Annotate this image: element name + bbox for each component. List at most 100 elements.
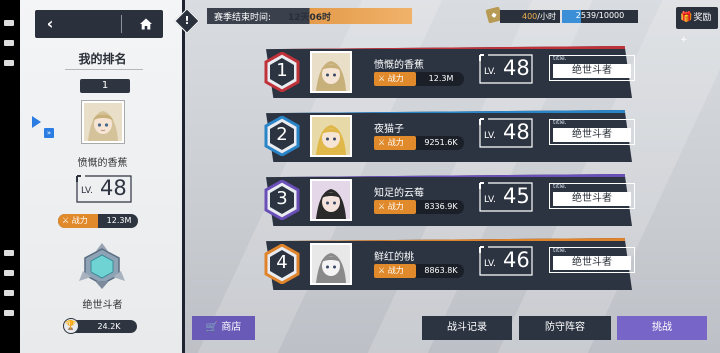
stamina-rate: 400/小时 xyxy=(522,11,556,22)
title-caption: title. xyxy=(553,55,567,62)
stamina-unit: /小时 xyxy=(537,12,556,21)
player-title: 绝世斗者 xyxy=(553,64,631,78)
player-title: 绝世斗者 xyxy=(553,192,631,206)
rank-number: 1 xyxy=(276,60,288,81)
shop-button[interactable]: 🛒 商店 xyxy=(192,316,255,340)
player-power-badge: ⚔ 战力 12.3M xyxy=(374,72,464,86)
player-name: 夜猫子 xyxy=(374,124,404,135)
player-level-box: LV. 48 xyxy=(478,117,534,149)
player-level-box: LV. 45 xyxy=(478,181,534,213)
player-title-box: title. 绝世斗者 xyxy=(549,183,635,209)
power-tag: ⚔ 战力 xyxy=(374,72,416,86)
rank-row[interactable]: 2 夜猫子 ⚔ 战力 9251.6K LV. 48 title. 绝世斗者 xyxy=(262,110,635,162)
rank-hexagon-icon: 2 xyxy=(264,115,300,157)
swords-icon: ⚔ xyxy=(378,202,386,211)
power-value: 8336.9K xyxy=(424,202,458,211)
power-value: 8863.8K xyxy=(424,266,458,275)
player-title-box: title. 绝世斗者 xyxy=(549,119,635,145)
power-label: 战力 xyxy=(387,74,404,83)
season-timer-value: 12天06时 xyxy=(288,13,332,23)
my-player-name: 愤慨的香蕉 xyxy=(77,158,128,169)
title-caption: title. xyxy=(553,119,567,126)
rank-hexagon-icon: 1 xyxy=(264,51,300,93)
player-avatar[interactable] xyxy=(310,115,352,157)
cart-icon: 🛒 xyxy=(205,322,219,333)
portrait-illustration xyxy=(312,117,350,155)
player-avatar[interactable] xyxy=(310,243,352,285)
level-prefix: LV. xyxy=(484,259,496,269)
power-label: 战力 xyxy=(387,266,404,275)
home-icon xyxy=(140,18,152,30)
power-value: 12.3M xyxy=(106,216,132,225)
swords-icon: ⚔ xyxy=(378,138,386,147)
chevron-left-icon: ‹ xyxy=(46,14,54,33)
portrait-illustration xyxy=(312,53,350,91)
my-title-name: 绝世斗者 xyxy=(82,300,123,311)
rank-accent-stripe xyxy=(280,238,632,241)
rank-number: 3 xyxy=(276,188,288,209)
back-button[interactable]: ‹ xyxy=(35,10,65,38)
reward-button[interactable]: 🎁奖励+ xyxy=(676,7,718,45)
battle-record-button[interactable]: 战斗记录 xyxy=(422,316,512,340)
season-timer-label: 赛季结束时间: xyxy=(214,13,272,23)
player-level-box: LV. 46 xyxy=(478,245,534,277)
level-prefix: LV. xyxy=(484,131,496,141)
player-avatar[interactable] xyxy=(310,179,352,221)
challenge-button[interactable]: 挑战 xyxy=(617,316,707,340)
device-status-strip xyxy=(0,0,20,353)
experience-text: 2539/10000 xyxy=(575,11,625,20)
player-title-box: title. 绝世斗者 xyxy=(549,247,635,273)
trophy-value: 24.2K xyxy=(97,322,121,331)
stamina-value: 400 xyxy=(522,12,538,21)
portrait-illustration xyxy=(312,245,350,283)
player-power-badge: ⚔ 战力 8336.9K xyxy=(374,200,464,214)
level-value: 46 xyxy=(503,248,530,272)
swords-icon: ⚔ xyxy=(378,266,386,275)
defense-lineup-button[interactable]: 防守阵容 xyxy=(519,316,611,340)
fast-forward-icon[interactable]: » xyxy=(44,128,54,138)
level-prefix: LV. xyxy=(81,186,93,196)
player-avatar[interactable] xyxy=(310,51,352,93)
portrait-illustration xyxy=(312,181,350,219)
power-tag: ⚔ 战力 xyxy=(374,264,416,278)
title-caption: title. xyxy=(553,183,567,190)
shop-label: 商店 xyxy=(221,322,242,333)
title-caption: title. xyxy=(553,247,567,254)
current-rank-pointer-icon xyxy=(32,116,41,128)
power-tag: ⚔ 战力 xyxy=(374,136,416,150)
rank-row[interactable]: 1 愤慨的香蕉 ⚔ 战力 12.3M LV. 48 title. 绝世斗者 xyxy=(262,46,635,98)
title-underline xyxy=(65,69,143,70)
title-emblem-icon xyxy=(77,241,127,291)
level-prefix: LV. xyxy=(484,67,496,77)
level-value: 48 xyxy=(100,176,127,200)
rank-accent-stripe xyxy=(280,174,632,177)
player-name: 鲜红的桃 xyxy=(374,252,414,263)
power-tag: ⚔ 战力 xyxy=(58,214,98,228)
nav-bar: ‹ xyxy=(35,10,163,38)
power-label: 战力 xyxy=(387,138,404,147)
power-label: 战力 xyxy=(71,216,88,225)
rank-hexagon-icon: 4 xyxy=(264,243,300,285)
home-button[interactable] xyxy=(131,10,161,38)
level-value: 45 xyxy=(503,184,530,208)
power-value: 12.3M xyxy=(428,74,454,83)
player-title: 绝世斗者 xyxy=(553,256,631,270)
nav-divider xyxy=(121,15,122,33)
my-level-box: LV. 48 xyxy=(75,174,133,204)
level-prefix: LV. xyxy=(484,195,496,205)
my-avatar[interactable] xyxy=(82,101,124,143)
level-value: 48 xyxy=(503,120,530,144)
rank-row[interactable]: 3 知足的云莓 ⚔ 战力 8336.9K LV. 45 title. 绝世斗者 xyxy=(262,174,635,226)
power-tag: ⚔ 战力 xyxy=(374,200,416,214)
player-level-box: LV. 48 xyxy=(478,53,534,85)
rank-accent-stripe xyxy=(280,46,632,49)
rank-number: 2 xyxy=(276,124,288,145)
my-rank-number: 1 xyxy=(80,79,130,93)
my-power-badge: ⚔ 战力 12.3M xyxy=(58,214,138,228)
power-label: 战力 xyxy=(387,202,404,211)
power-value: 9251.6K xyxy=(424,138,458,147)
rank-row[interactable]: 4 鲜红的桃 ⚔ 战力 8863.8K LV. 46 title. 绝世斗者 xyxy=(262,238,635,290)
player-title-box: title. 绝世斗者 xyxy=(549,55,635,81)
rank-accent-stripe xyxy=(280,110,632,113)
rank-number: 4 xyxy=(276,252,288,273)
